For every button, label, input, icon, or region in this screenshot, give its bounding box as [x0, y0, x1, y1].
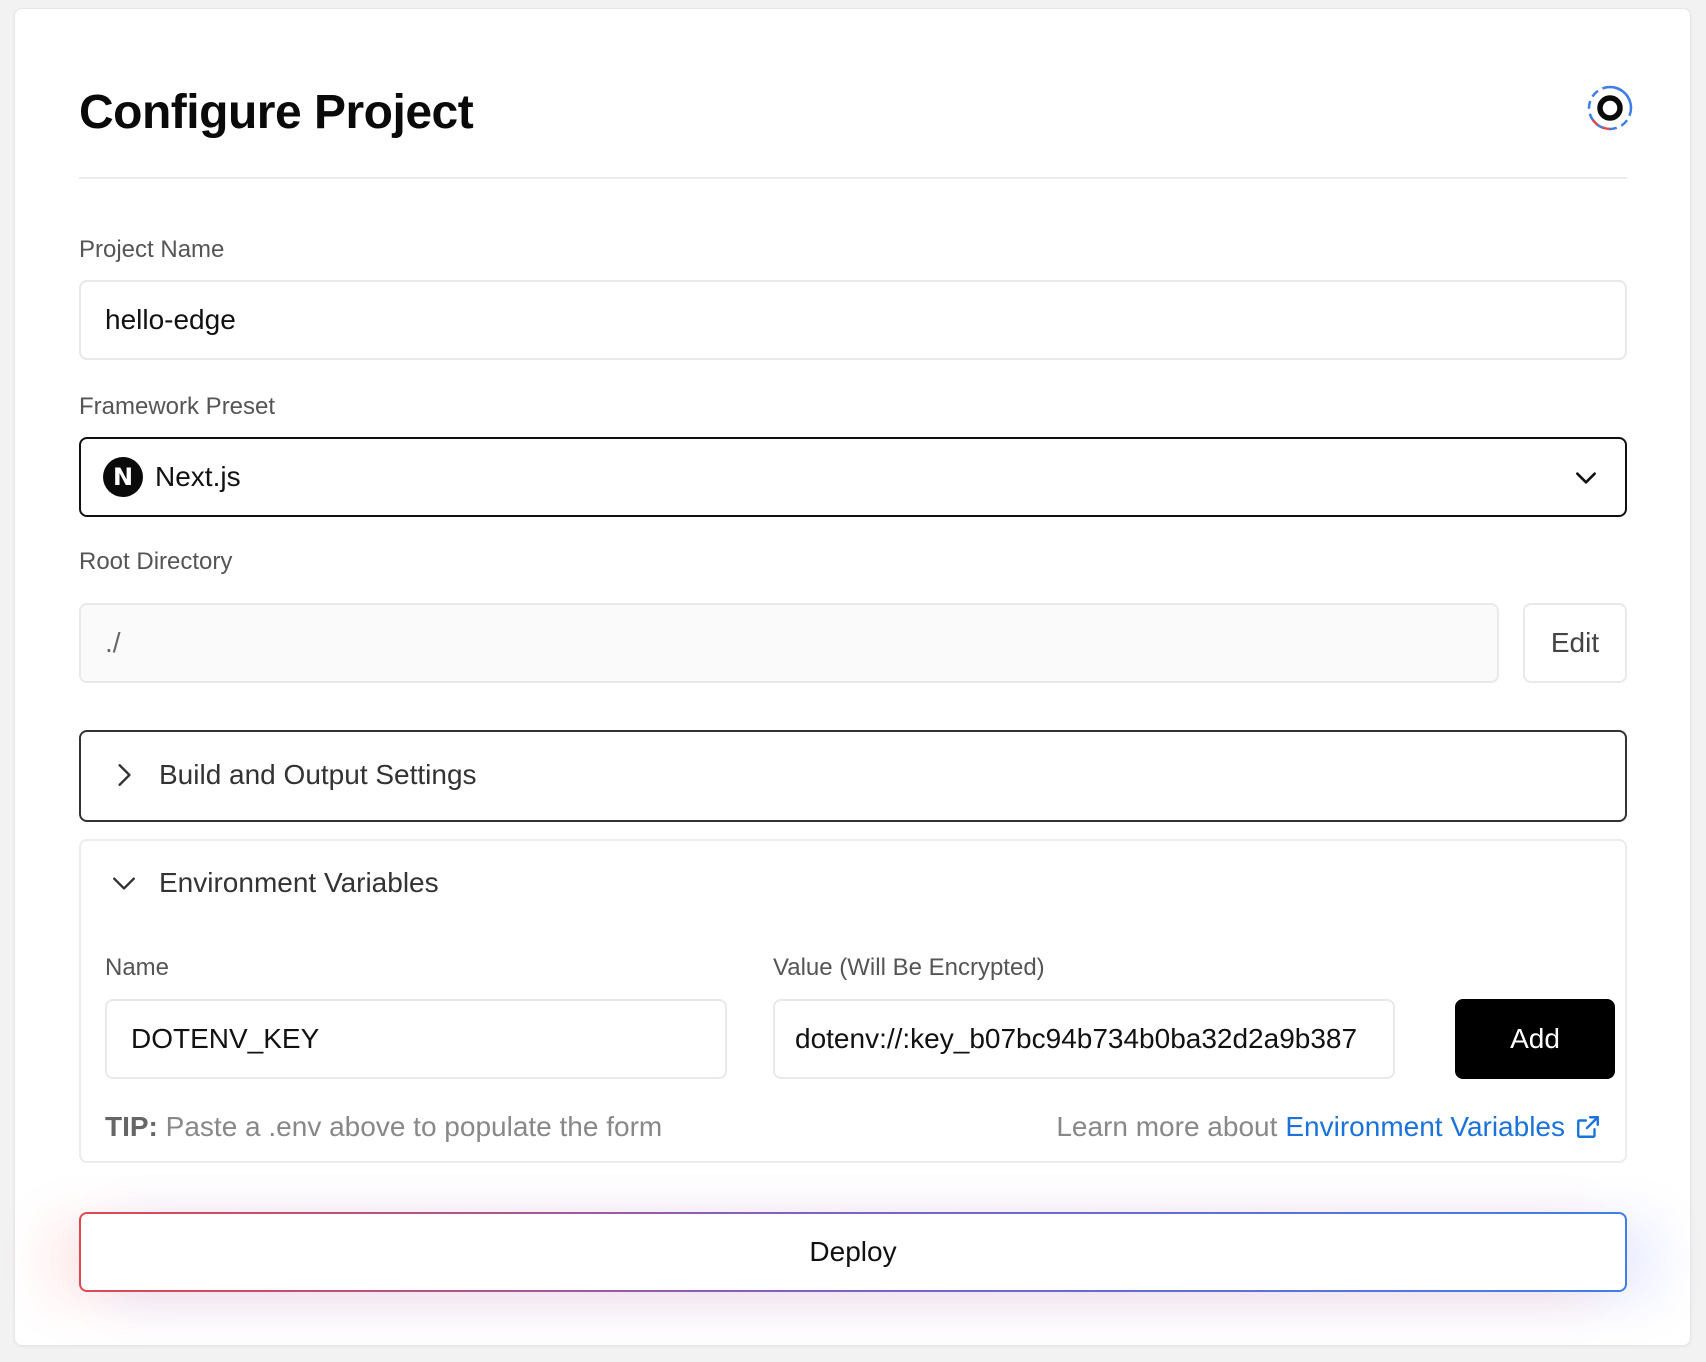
- project-name-value: hello-edge: [105, 304, 236, 335]
- root-directory-value: ./: [105, 627, 121, 658]
- add-env-button[interactable]: Add: [1455, 999, 1615, 1079]
- build-output-settings-section[interactable]: Build and Output Settings: [79, 730, 1627, 822]
- chevron-right-icon: [118, 764, 131, 786]
- deploy-button[interactable]: Deploy: [79, 1212, 1627, 1292]
- chevron-down-icon: [1576, 472, 1596, 484]
- environment-variables-section: Environment Variables Name DOTENV_KEY Va…: [79, 839, 1627, 1163]
- chevron-down-icon: [113, 877, 135, 890]
- env-name-value: DOTENV_KEY: [131, 1023, 320, 1054]
- env-tip-text: Paste a .env above to populate the form: [157, 1111, 663, 1142]
- environment-variables-header[interactable]: Environment Variables: [111, 867, 439, 899]
- learn-more: Learn more about Environment Variables: [1056, 1111, 1601, 1143]
- circle-logo-icon: [1587, 85, 1633, 131]
- framework-preset-select[interactable]: N Next.js: [79, 437, 1627, 517]
- env-value-label: Value (Will Be Encrypted): [773, 954, 1045, 981]
- build-output-settings-label: Build and Output Settings: [159, 759, 477, 790]
- env-tip: TIP: Paste a .env above to populate the …: [105, 1111, 662, 1143]
- root-directory-label: Root Directory: [79, 548, 233, 575]
- environment-variables-link[interactable]: Environment Variables: [1285, 1111, 1565, 1143]
- env-value-input[interactable]: dotenv://:key_b07bc94b734b0ba32d2a9b387: [773, 999, 1395, 1079]
- build-output-settings-header[interactable]: Build and Output Settings: [111, 759, 477, 791]
- header-divider: [79, 177, 1627, 179]
- env-value-value: dotenv://:key_b07bc94b734b0ba32d2a9b387: [795, 1023, 1358, 1054]
- external-link-icon[interactable]: [1575, 1114, 1601, 1140]
- nextjs-icon: N: [103, 457, 143, 497]
- env-tip-prefix: TIP:: [105, 1111, 158, 1142]
- learn-more-prefix: Learn more about: [1056, 1111, 1278, 1142]
- framework-preset-value: Next.js: [155, 461, 241, 492]
- edit-root-directory-button[interactable]: Edit: [1523, 603, 1627, 683]
- framework-preset-label: Framework Preset: [79, 393, 276, 420]
- env-name-input[interactable]: DOTENV_KEY: [105, 999, 727, 1079]
- environment-variables-label: Environment Variables: [159, 867, 439, 898]
- project-name-input[interactable]: hello-edge: [79, 280, 1627, 360]
- configure-project-card: Configure Project Project Name hello-edg…: [14, 8, 1691, 1346]
- root-directory-input: ./: [79, 603, 1499, 683]
- project-name-label: Project Name: [79, 236, 225, 263]
- page-title: Configure Project: [79, 86, 474, 139]
- env-name-label: Name: [105, 954, 170, 981]
